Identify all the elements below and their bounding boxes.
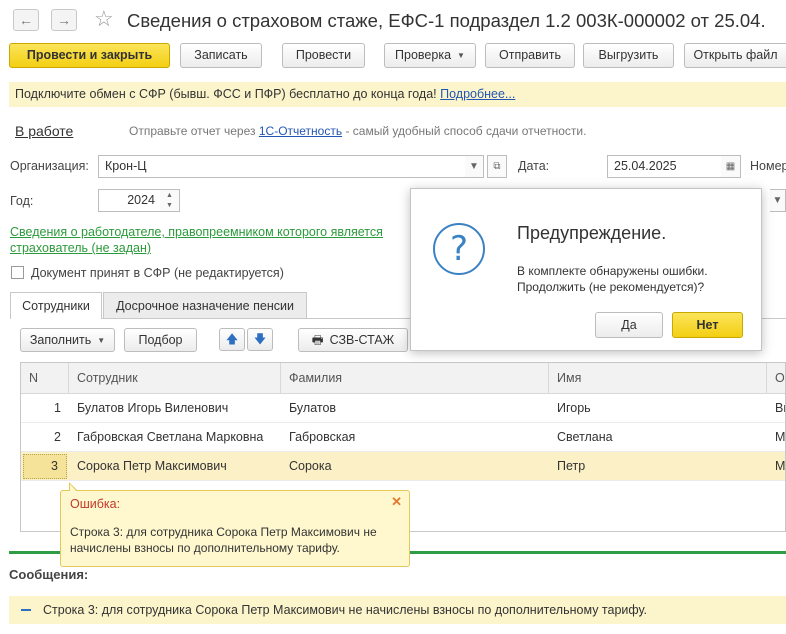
tab-employees[interactable]: Сотрудники bbox=[10, 292, 102, 319]
column-header-patronymic[interactable]: От bbox=[767, 363, 785, 394]
date-label: Дата: bbox=[518, 159, 550, 173]
status-hint-suffix: - самый удобный способ сдачи отчетности. bbox=[345, 124, 587, 138]
row-number-editing[interactable]: 3 bbox=[23, 454, 67, 479]
first-name-cell: Игорь bbox=[557, 401, 591, 415]
printer-icon: 🖶 bbox=[311, 333, 324, 347]
column-header-first-name[interactable]: Имя bbox=[549, 363, 767, 394]
save-button[interactable]: Записать bbox=[180, 43, 262, 68]
question-icon: ? bbox=[433, 223, 485, 275]
employer-info-link-line1[interactable]: Сведения о работодателе, правопреемником… bbox=[10, 225, 383, 239]
patronymic-cell: Ма bbox=[775, 430, 786, 444]
patronymic-cell: Ма bbox=[775, 459, 786, 473]
send-button[interactable]: Отправить bbox=[485, 43, 575, 68]
calendar-icon[interactable]: ▦ bbox=[721, 155, 741, 178]
status-hint-prefix: Отправьте отчет через bbox=[129, 124, 256, 138]
error-title: Ошибка: bbox=[70, 497, 121, 511]
dialog-line-2: Продолжить (не рекомендуется)? bbox=[517, 280, 705, 294]
message-item[interactable]: Строка 3: для сотрудника Сорока Петр Мак… bbox=[9, 596, 786, 624]
last-name-cell: Габровская bbox=[289, 430, 356, 444]
organization-label: Организация: bbox=[10, 159, 89, 173]
close-icon[interactable]: ✕ bbox=[391, 494, 402, 510]
column-header-n[interactable]: N bbox=[21, 363, 69, 394]
no-button[interactable]: Нет bbox=[672, 312, 743, 338]
year-label: Год: bbox=[10, 194, 34, 208]
number-label: Номер bbox=[750, 159, 786, 173]
banner-text: Подключите обмен с СФР (бывш. ФСС и ПФР)… bbox=[15, 87, 437, 101]
column-header-last-name[interactable]: Фамилия bbox=[281, 363, 549, 394]
yes-button[interactable]: Да bbox=[595, 312, 663, 338]
favorite-star-icon[interactable]: ☆ bbox=[94, 6, 114, 32]
document-status-link[interactable]: В работе bbox=[15, 123, 73, 139]
first-name-cell: Светлана bbox=[557, 430, 613, 444]
check-dropdown-button[interactable]: Проверка ▼ bbox=[384, 43, 476, 68]
table-row[interactable]: 2 Габровская Светлана Марковна Габровска… bbox=[21, 423, 786, 452]
row-number: 2 bbox=[54, 430, 61, 444]
forward-button[interactable]: → bbox=[51, 9, 77, 31]
move-down-button[interactable]: 🡇 bbox=[247, 328, 273, 351]
post-button[interactable]: Провести bbox=[282, 43, 365, 68]
last-name-cell: Булатов bbox=[289, 401, 337, 415]
arrow-up-icon: 🡅 bbox=[225, 332, 239, 346]
dialog-message: В комплекте обнаружены ошибки. Продолжит… bbox=[517, 263, 757, 295]
row-number: 1 bbox=[54, 401, 61, 415]
select-button[interactable]: Подбор bbox=[124, 328, 197, 352]
error-text: Строка 3: для сотрудника Сорока Петр Мак… bbox=[70, 525, 377, 555]
message-bullet-icon bbox=[21, 609, 31, 611]
patronymic-cell: Ви bbox=[775, 401, 785, 415]
first-name-cell: Петр bbox=[557, 459, 586, 473]
column-header-employee[interactable]: Сотрудник bbox=[69, 363, 281, 394]
back-button[interactable]: ← bbox=[13, 9, 39, 31]
employee-cell: Сорока Петр Максимович bbox=[77, 459, 227, 473]
last-name-cell: Сорока bbox=[289, 459, 332, 473]
fill-dropdown-button[interactable]: Заполнить ▼ bbox=[20, 328, 115, 352]
caret-down-icon: ▼ bbox=[97, 336, 106, 346]
arrow-right-icon: → bbox=[57, 12, 71, 28]
1c-reporting-link[interactable]: 1С-Отчетность bbox=[259, 124, 342, 138]
szv-label: СЗВ-СТАЖ bbox=[329, 333, 395, 347]
employee-cell: Булатов Игорь Виленович bbox=[77, 401, 229, 415]
arrow-left-icon: ← bbox=[19, 12, 33, 28]
warning-dialog: ? Предупреждение. В комплекте обнаружены… bbox=[410, 188, 762, 351]
accepted-checkbox[interactable] bbox=[11, 266, 24, 279]
table-row[interactable]: 1 Булатов Игорь Виленович Булатов Игорь … bbox=[21, 394, 785, 423]
dropdown-icon[interactable]: ▼ bbox=[465, 155, 484, 178]
post-and-close-button[interactable]: Провести и закрыть bbox=[9, 43, 170, 68]
organization-field[interactable]: Крон-Ц bbox=[98, 155, 484, 178]
employee-cell: Габровская Светлана Марковна bbox=[77, 430, 264, 444]
open-icon[interactable]: ⧉ bbox=[487, 155, 507, 178]
open-file-button[interactable]: Открыть файл bbox=[684, 43, 786, 68]
message-text: Строка 3: для сотрудника Сорока Петр Мак… bbox=[43, 603, 648, 617]
caret-down-icon: ▼ bbox=[457, 51, 465, 61]
status-hint: Отправьте отчет через 1С-Отчетность - са… bbox=[129, 124, 586, 138]
table-row-selected[interactable]: 3 Сорока Петр Максимович Сорока Петр Ма bbox=[21, 452, 786, 481]
number-dropdown-icon[interactable]: ▼ bbox=[770, 189, 786, 212]
window-title: Сведения о страховом стаже, ЕФС-1 подраз… bbox=[127, 10, 766, 31]
fill-label: Заполнить bbox=[29, 333, 92, 347]
check-label: Проверка bbox=[395, 48, 452, 62]
messages-title: Сообщения: bbox=[9, 567, 89, 582]
tooltip-arrow-fill bbox=[70, 484, 77, 492]
dialog-title: Предупреждение. bbox=[517, 223, 667, 243]
arrow-down-icon: 🡇 bbox=[253, 332, 267, 346]
sfr-promo-banner: Подключите обмен с СФР (бывш. ФСС и ПФР)… bbox=[9, 82, 786, 107]
year-spin-icon[interactable]: ▲ ▼ bbox=[160, 189, 180, 212]
employer-info-link-line2[interactable]: страхователь (не задан) bbox=[10, 241, 151, 255]
dialog-line-1: В комплекте обнаружены ошибки. bbox=[517, 264, 708, 278]
szv-stazh-button[interactable]: 🖶 СЗВ-СТАЖ bbox=[298, 328, 408, 352]
banner-more-link[interactable]: Подробнее... bbox=[440, 87, 515, 101]
tab-early-pension[interactable]: Досрочное назначение пенсии bbox=[103, 292, 307, 319]
accepted-label: Документ принят в СФР (не редактируется) bbox=[31, 266, 284, 280]
export-button[interactable]: Выгрузить bbox=[583, 43, 674, 68]
error-tooltip: Ошибка: ✕ Строка 3: для сотрудника Сорок… bbox=[60, 482, 410, 567]
move-up-button[interactable]: 🡅 bbox=[219, 328, 245, 351]
